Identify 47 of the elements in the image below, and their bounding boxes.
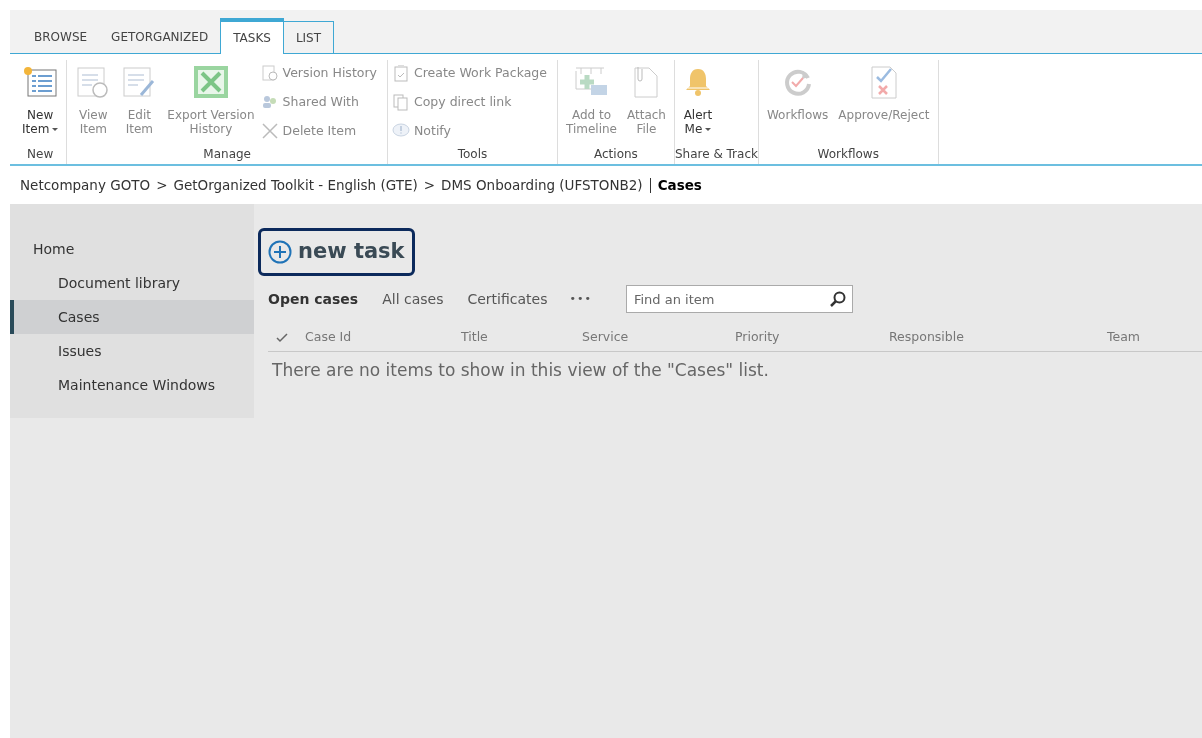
column-header[interactable]: Responsible	[889, 328, 1107, 347]
ribbon-group-label: Tools	[456, 146, 489, 163]
ribbon-group-label: Manage	[202, 146, 252, 163]
view-link[interactable]: Certificates	[467, 288, 548, 310]
column-header[interactable]: Priority	[735, 328, 889, 347]
sidebar-item[interactable]: Cases	[10, 300, 254, 334]
ribbon-tab[interactable]: GETORGANIZED	[99, 21, 221, 53]
breadcrumb-link[interactable]: Netcompany GOTO	[20, 174, 151, 196]
sidebar-item[interactable]: Maintenance Windows	[10, 368, 254, 402]
new-task-button[interactable]: new task	[258, 228, 415, 276]
sidebar-item[interactable]: Issues	[10, 334, 254, 368]
checkmark-icon[interactable]	[276, 332, 288, 343]
ribbon-group-label: New	[26, 146, 55, 163]
document-history-icon	[260, 64, 279, 82]
breadcrumb-link[interactable]: DMS Onboarding (UFSTONB2)	[441, 174, 643, 196]
caret-icon	[52, 128, 59, 131]
page-title: Cases	[657, 175, 702, 195]
clipboard-icon	[392, 64, 410, 82]
add-icon	[268, 240, 292, 264]
search-icon[interactable]	[828, 290, 847, 308]
column-header[interactable]: Team	[1107, 328, 1167, 347]
ribbon-button[interactable]: New Item	[18, 60, 63, 144]
delete-icon	[260, 122, 279, 140]
sidebar-item[interactable]: Home	[10, 232, 254, 266]
ribbon-group-label: Share & Track	[674, 146, 758, 163]
caret-icon	[705, 128, 712, 131]
speech-bubble-icon	[392, 122, 410, 140]
copy-icon	[392, 93, 410, 111]
sidebar-item[interactable]: Document library	[10, 266, 254, 300]
ribbon-tab[interactable]: LIST	[283, 21, 335, 53]
ribbon-group-label: Actions	[593, 146, 639, 163]
ribbon-group-label: Workflows	[816, 146, 880, 163]
more-button[interactable]: •••	[569, 290, 592, 308]
search-field[interactable]: Find an item	[625, 285, 853, 313]
breadcrumb-separator: >	[422, 175, 437, 195]
view-link[interactable]: All cases	[382, 288, 444, 310]
empty-message: There are no items to show in this view of the "Cases" list.	[272, 359, 770, 382]
column-header[interactable]: Case Id	[305, 328, 461, 347]
breadcrumb-separator: >	[155, 175, 169, 195]
column-header[interactable]: Title	[461, 328, 582, 347]
view-link[interactable]: Open cases	[268, 288, 359, 310]
ribbon-button[interactable]: Alert Me	[678, 60, 717, 144]
ribbon-tab[interactable]: TASKS	[220, 18, 284, 54]
ribbon-tab[interactable]: BROWSE	[22, 21, 100, 53]
column-header[interactable]: Service	[582, 328, 735, 347]
breadcrumb-link[interactable]: GetOrganized Toolkit - English (GTE)	[173, 174, 418, 196]
people-icon	[260, 93, 279, 111]
